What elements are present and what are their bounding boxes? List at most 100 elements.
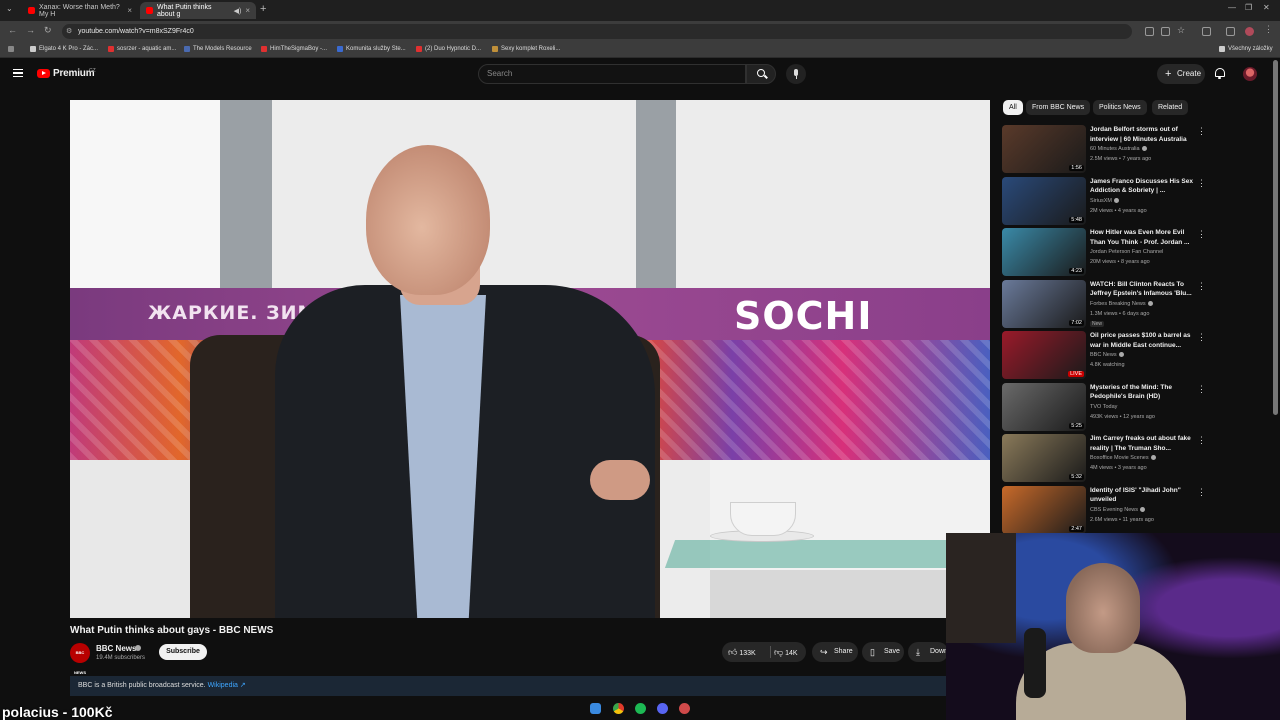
- recommendation-title[interactable]: How Hitler was Even More Evil Than You T…: [1090, 228, 1194, 247]
- more-options-kebab-icon[interactable]: ⋮: [1197, 230, 1206, 239]
- recommendation-channel[interactable]: Jordan Peterson Fan Channel: [1090, 249, 1163, 255]
- recommendation-channel[interactable]: Boxoffice Movie Scenes: [1090, 455, 1156, 461]
- account-avatar[interactable]: [1243, 67, 1257, 81]
- youtube-logo[interactable]: Premium: [37, 68, 95, 79]
- bookmark-star-icon[interactable]: ☆: [1177, 26, 1186, 35]
- recommendation-card[interactable]: 5:32 Jim Carrey freaks out about fake rea…: [1002, 434, 1206, 482]
- extensions-icon[interactable]: [1202, 27, 1211, 36]
- recommendation-channel[interactable]: Forbes Breaking News: [1090, 301, 1153, 307]
- menu-kebab-icon[interactable]: ⋮: [1264, 24, 1273, 35]
- more-options-kebab-icon[interactable]: ⋮: [1197, 384, 1206, 394]
- site-info-icon[interactable]: ⚙: [66, 27, 72, 35]
- video-thumbnail[interactable]: LIVE: [1002, 331, 1086, 379]
- chip-from-bbc-news[interactable]: From BBC News: [1026, 100, 1091, 115]
- chip-related[interactable]: Related: [1152, 100, 1189, 115]
- recommendation-card[interactable]: 1:56 Jordan Belfort storms out of intervi…: [1002, 125, 1206, 173]
- recommendation-title[interactable]: WATCH: Bill Clinton Reacts To Jeffrey Ep…: [1090, 280, 1194, 299]
- browser-tab-xanax[interactable]: Xanax: Worse than Meth? My H ×: [22, 2, 138, 19]
- tab-list-chevron-icon[interactable]: ⌄: [6, 4, 13, 13]
- minimize-icon[interactable]: —: [1228, 3, 1236, 12]
- chip-all[interactable]: All: [1003, 100, 1023, 115]
- recommendation-title[interactable]: Oil price passes $100 a barrel as war in…: [1090, 331, 1194, 350]
- reload-icon[interactable]: ↻: [44, 25, 52, 36]
- channel-name[interactable]: BBC News: [96, 644, 136, 653]
- url-field[interactable]: youtube.com/watch?v=m8xSZ9Fr4c0: [62, 24, 1132, 39]
- hamburger-menu-icon[interactable]: [13, 69, 23, 77]
- windows-start-icon[interactable]: [590, 703, 601, 714]
- recommendation-card[interactable]: LIVE Oil price passes $100 a barrel as wa…: [1002, 331, 1206, 379]
- video-thumbnail[interactable]: 5:25: [1002, 382, 1086, 431]
- bookmark-item[interactable]: Sexy komplet Roxeli...: [492, 46, 560, 52]
- save-button[interactable]: ▯ Save: [862, 642, 904, 662]
- recommendation-title[interactable]: Jim Carrey freaks out about fake reality…: [1090, 434, 1194, 453]
- dislike-button[interactable]: 👎︎ 14K: [774, 642, 798, 662]
- bookmark-item[interactable]: (2) Duo Hypnotic D...: [416, 46, 481, 52]
- search-button[interactable]: [746, 64, 776, 84]
- recommendation-card[interactable]: 2:47 Identity of ISIS' "Jihadi John" unve…: [1002, 485, 1206, 534]
- back-arrow-icon[interactable]: ←: [8, 25, 17, 35]
- recommendation-channel[interactable]: 60 Minutes Australia: [1090, 146, 1147, 152]
- recommendation-channel[interactable]: CBS Evening News: [1090, 507, 1145, 513]
- recommendation-card[interactable]: 5:48 James Franco Discusses His Sex Addic…: [1002, 176, 1206, 225]
- notifications-bell-icon[interactable]: [1215, 68, 1225, 79]
- subscribe-button[interactable]: Subscribe: [159, 644, 207, 660]
- recommendation-channel[interactable]: SiriusXM: [1090, 198, 1120, 204]
- discord-icon[interactable]: [657, 703, 668, 714]
- bookmark-item[interactable]: Elgato 4 K Pro - Zác...: [30, 46, 98, 52]
- video-thumbnail[interactable]: 1:56: [1002, 125, 1086, 173]
- recommendation-card[interactable]: 4:23 How Hitler was Even More Evil Than Y…: [1002, 228, 1206, 276]
- search-input[interactable]: Search: [478, 64, 746, 84]
- sidebar-icon[interactable]: [1226, 27, 1235, 36]
- video-thumbnail[interactable]: 5:48: [1002, 176, 1086, 225]
- recommendation-card[interactable]: 7:02 WATCH: Bill Clinton Reacts To Jeffre…: [1002, 279, 1206, 328]
- video-thumbnail[interactable]: 4:23: [1002, 228, 1086, 276]
- recommendation-title[interactable]: James Franco Discusses His Sex Addiction…: [1090, 177, 1194, 196]
- speaker-icon[interactable]: ◀): [234, 7, 242, 15]
- all-bookmarks[interactable]: Všechny záložky: [1219, 46, 1273, 52]
- close-tab-icon[interactable]: ×: [127, 6, 132, 15]
- wikipedia-link[interactable]: Wikipedia ↗: [208, 682, 246, 689]
- maximize-icon[interactable]: ❐: [1245, 3, 1252, 12]
- recommendation-title[interactable]: Mysteries of the Mind: The Pedophile's B…: [1090, 383, 1194, 402]
- chip-politics-news[interactable]: Politics News: [1093, 100, 1147, 115]
- chrome-icon[interactable]: [613, 703, 624, 714]
- more-options-kebab-icon[interactable]: ⋮: [1197, 127, 1206, 136]
- close-window-icon[interactable]: ✕: [1263, 3, 1270, 12]
- recommendation-card[interactable]: 5:25 Mysteries of the Mind: The Pedophile…: [1002, 382, 1206, 431]
- video-thumbnail[interactable]: 5:32: [1002, 434, 1086, 482]
- recommendation-title[interactable]: Identity of ISIS' "Jihadi John" unveiled: [1090, 486, 1194, 505]
- cast-icon[interactable]: [1161, 27, 1170, 36]
- recommendation-title[interactable]: Jordan Belfort storms out of interview |…: [1090, 125, 1194, 144]
- video-thumbnail[interactable]: 2:47: [1002, 485, 1086, 534]
- more-options-kebab-icon[interactable]: ⋮: [1197, 487, 1206, 497]
- bookmark-item[interactable]: Komunita služby Ste...: [337, 46, 406, 52]
- bookmark-item[interactable]: HimTheSigmaBoy -...: [261, 46, 327, 52]
- channel-avatar[interactable]: BBC NEWS: [70, 643, 90, 675]
- more-options-kebab-icon[interactable]: ⋮: [1197, 333, 1206, 342]
- translate-icon[interactable]: [1145, 27, 1154, 36]
- apps-grid-icon[interactable]: [8, 46, 14, 52]
- profile-avatar-icon[interactable]: [1245, 27, 1254, 36]
- more-options-kebab-icon[interactable]: ⋮: [1197, 281, 1206, 291]
- like-button[interactable]: 👍︎ 133K: [728, 642, 756, 662]
- bookmark-item[interactable]: sosrzer - aquatic am...: [108, 46, 176, 52]
- app-icon[interactable]: [679, 703, 690, 714]
- video-thumbnail[interactable]: 7:02: [1002, 279, 1086, 328]
- background-pillar: [220, 100, 272, 290]
- download-button[interactable]: ⤓ Down: [908, 642, 948, 662]
- video-player[interactable]: ЖАРКИЕ. ЗИМН SOCHI 2014: [70, 100, 990, 618]
- new-tab-plus-icon[interactable]: +: [260, 3, 266, 15]
- create-button[interactable]: Create: [1157, 64, 1205, 84]
- share-button[interactable]: ↪ Share: [812, 642, 858, 662]
- close-tab-icon[interactable]: ×: [245, 6, 250, 15]
- spotify-icon[interactable]: [635, 703, 646, 714]
- bookmark-item[interactable]: The Models Resource: [184, 46, 252, 52]
- recommendation-channel[interactable]: BBC News: [1090, 352, 1124, 358]
- voice-search-mic-icon[interactable]: [786, 64, 806, 84]
- more-options-kebab-icon[interactable]: ⋮: [1197, 436, 1206, 445]
- more-options-kebab-icon[interactable]: ⋮: [1197, 178, 1206, 188]
- recommendation-channel[interactable]: TVO Today: [1090, 404, 1117, 410]
- browser-tab-putin[interactable]: What Putin thinks about g ◀) ×: [140, 2, 256, 19]
- forward-arrow-icon[interactable]: →: [26, 25, 35, 35]
- page-scrollbar[interactable]: [1273, 60, 1278, 415]
